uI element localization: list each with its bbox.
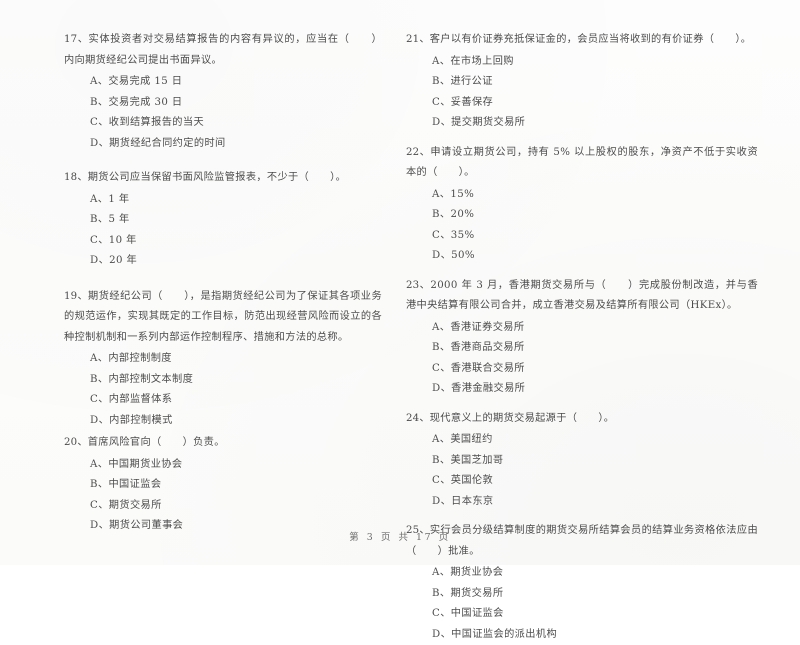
question-block: 19、期货经纪公司（ ），是指期货经纪公司为了保证其各项业务的规范运作，实现其既… <box>64 287 382 432</box>
question-number: 22、 <box>406 147 430 158</box>
question-number: 24、 <box>406 413 430 424</box>
option-item[interactable]: B、内部控制文本制度 <box>64 370 382 391</box>
option-list: A、中国期货业协会B、中国证监会C、期货交易所D、期货公司董事会 <box>64 455 382 537</box>
option-item[interactable]: A、中国期货业协会 <box>64 455 382 476</box>
question-text: 现代意义上的期货交易起源于（ ）。 <box>430 413 615 424</box>
question-stem: 18、期货公司应当保留书面风险监管报表，不少于（ ）。 <box>64 168 382 189</box>
question-text: 期货公司应当保留书面风险监管报表，不少于（ ）。 <box>88 172 346 183</box>
question-stem: 24、现代意义上的期货交易起源于（ ）。 <box>406 409 758 430</box>
question-block: 20、首席风险官向（ ）负责。A、中国期货业协会B、中国证监会C、期货交易所D、… <box>64 433 382 537</box>
question-number: 19、 <box>64 291 88 302</box>
page-footer: 第 3 页 共 17 页 <box>0 529 800 543</box>
option-item[interactable]: D、香港金融交易所 <box>406 379 758 400</box>
option-item[interactable]: D、20 年 <box>64 251 382 272</box>
question-stem: 20、首席风险官向（ ）负责。 <box>64 433 382 454</box>
question-number: 17、 <box>64 34 88 45</box>
question-number: 18、 <box>64 172 88 183</box>
option-item[interactable]: B、香港商品交易所 <box>406 338 758 359</box>
option-item[interactable]: B、20% <box>406 205 758 226</box>
option-item[interactable]: C、英国伦敦 <box>406 471 758 492</box>
question-text: 申请设立期货公司，持有 5% 以上股权的股东，净资产不低于实收资本的（ ）。 <box>406 147 758 179</box>
option-item[interactable]: C、收到结算报告的当天 <box>64 113 382 134</box>
option-item[interactable]: D、中国证监会的派出机构 <box>406 625 758 645</box>
option-item[interactable]: D、期货经纪合同约定的时间 <box>64 134 382 155</box>
option-list: A、内部控制制度B、内部控制文本制度C、内部监督体系D、内部控制模式 <box>64 349 382 431</box>
question-number: 23、 <box>406 280 430 291</box>
option-item[interactable]: D、内部控制模式 <box>64 411 382 432</box>
option-list: A、美国纽约B、美国芝加哥C、英国伦敦D、日本东京 <box>406 430 758 512</box>
option-item[interactable]: C、妥善保存 <box>406 93 758 114</box>
option-item[interactable]: B、美国芝加哥 <box>406 451 758 472</box>
option-list: A、1 年B、5 年C、10 年D、20 年 <box>64 190 382 272</box>
question-text: 期货经纪公司（ ），是指期货经纪公司为了保证其各项业务的规范运作，实现其既定的工… <box>64 291 382 343</box>
option-item[interactable]: C、中国证监会 <box>406 604 758 625</box>
option-list: A、在市场上回购B、进行公证C、妥善保存D、提交期货交易所 <box>406 52 758 134</box>
question-stem: 23、2000 年 3 月，香港期货交易所与（ ）完成股份制改造，并与香港中央结… <box>406 276 758 317</box>
option-item[interactable]: C、香港联合交易所 <box>406 359 758 380</box>
question-column-right: 21、客户以有价证券充抵保证金的，会员应当将收到的有价证券（ ）。A、在市场上回… <box>400 30 800 519</box>
question-text: 客户以有价证券充抵保证金的，会员应当将收到的有价证券（ ）。 <box>430 34 752 45</box>
question-block: 22、申请设立期货公司，持有 5% 以上股权的股东，净资产不低于实收资本的（ ）… <box>406 143 758 267</box>
option-item[interactable]: C、内部监督体系 <box>64 390 382 411</box>
option-item[interactable]: A、交易完成 15 日 <box>64 72 382 93</box>
option-item[interactable]: C、期货交易所 <box>64 496 382 517</box>
question-stem: 17、实体投资者对交易结算报告的内容有异议的，应当在（ ）内向期货经纪公司提出书… <box>64 30 382 71</box>
question-block: 24、现代意义上的期货交易起源于（ ）。A、美国纽约B、美国芝加哥C、英国伦敦D… <box>406 409 758 513</box>
question-block: 17、实体投资者对交易结算报告的内容有异议的，应当在（ ）内向期货经纪公司提出书… <box>64 30 382 154</box>
option-item[interactable]: C、35% <box>406 226 758 247</box>
two-column-body: 17、实体投资者对交易结算报告的内容有异议的，应当在（ ）内向期货经纪公司提出书… <box>0 30 800 519</box>
option-item[interactable]: B、中国证监会 <box>64 475 382 496</box>
option-item[interactable]: A、15% <box>406 185 758 206</box>
question-column-left: 17、实体投资者对交易结算报告的内容有异议的，应当在（ ）内向期货经纪公司提出书… <box>0 30 400 519</box>
option-item[interactable]: B、进行公证 <box>406 72 758 93</box>
question-block: 18、期货公司应当保留书面风险监管报表，不少于（ ）。A、1 年B、5 年C、1… <box>64 168 382 272</box>
option-list: A、期货业协会B、期货交易所C、中国证监会D、中国证监会的派出机构 <box>406 563 758 645</box>
option-item[interactable]: A、1 年 <box>64 190 382 211</box>
option-item[interactable]: B、5 年 <box>64 210 382 231</box>
option-item[interactable]: A、期货业协会 <box>406 563 758 584</box>
option-item[interactable]: B、期货交易所 <box>406 584 758 605</box>
question-text: 实体投资者对交易结算报告的内容有异议的，应当在（ ）内向期货经纪公司提出书面异议… <box>64 34 382 66</box>
question-block: 23、2000 年 3 月，香港期货交易所与（ ）完成股份制改造，并与香港中央结… <box>406 276 758 400</box>
option-item[interactable]: A、香港证券交易所 <box>406 318 758 339</box>
question-stem: 21、客户以有价证券充抵保证金的，会员应当将收到的有价证券（ ）。 <box>406 30 758 51</box>
question-block: 21、客户以有价证券充抵保证金的，会员应当将收到的有价证券（ ）。A、在市场上回… <box>406 30 758 134</box>
option-item[interactable]: C、10 年 <box>64 231 382 252</box>
option-item[interactable]: D、50% <box>406 246 758 267</box>
question-text: 2000 年 3 月，香港期货交易所与（ ）完成股份制改造，并与香港中央结算有限… <box>406 280 758 312</box>
option-list: A、香港证券交易所B、香港商品交易所C、香港联合交易所D、香港金融交易所 <box>406 318 758 400</box>
question-number: 21、 <box>406 34 430 45</box>
scanned-page: 17、实体投资者对交易结算报告的内容有异议的，应当在（ ）内向期货经纪公司提出书… <box>0 0 800 565</box>
option-item[interactable]: A、美国纽约 <box>406 430 758 451</box>
option-item[interactable]: B、交易完成 30 日 <box>64 93 382 114</box>
option-item[interactable]: A、在市场上回购 <box>406 52 758 73</box>
option-item[interactable]: D、日本东京 <box>406 492 758 513</box>
question-number: 20、 <box>64 437 88 448</box>
option-list: A、15%B、20%C、35%D、50% <box>406 185 758 267</box>
question-stem: 22、申请设立期货公司，持有 5% 以上股权的股东，净资产不低于实收资本的（ ）… <box>406 143 758 184</box>
option-item[interactable]: A、内部控制制度 <box>64 349 382 370</box>
option-list: A、交易完成 15 日B、交易完成 30 日C、收到结算报告的当天D、期货经纪合… <box>64 72 382 154</box>
question-text: 首席风险官向（ ）负责。 <box>88 437 225 448</box>
question-stem: 19、期货经纪公司（ ），是指期货经纪公司为了保证其各项业务的规范运作，实现其既… <box>64 287 382 349</box>
option-item[interactable]: D、提交期货交易所 <box>406 113 758 134</box>
